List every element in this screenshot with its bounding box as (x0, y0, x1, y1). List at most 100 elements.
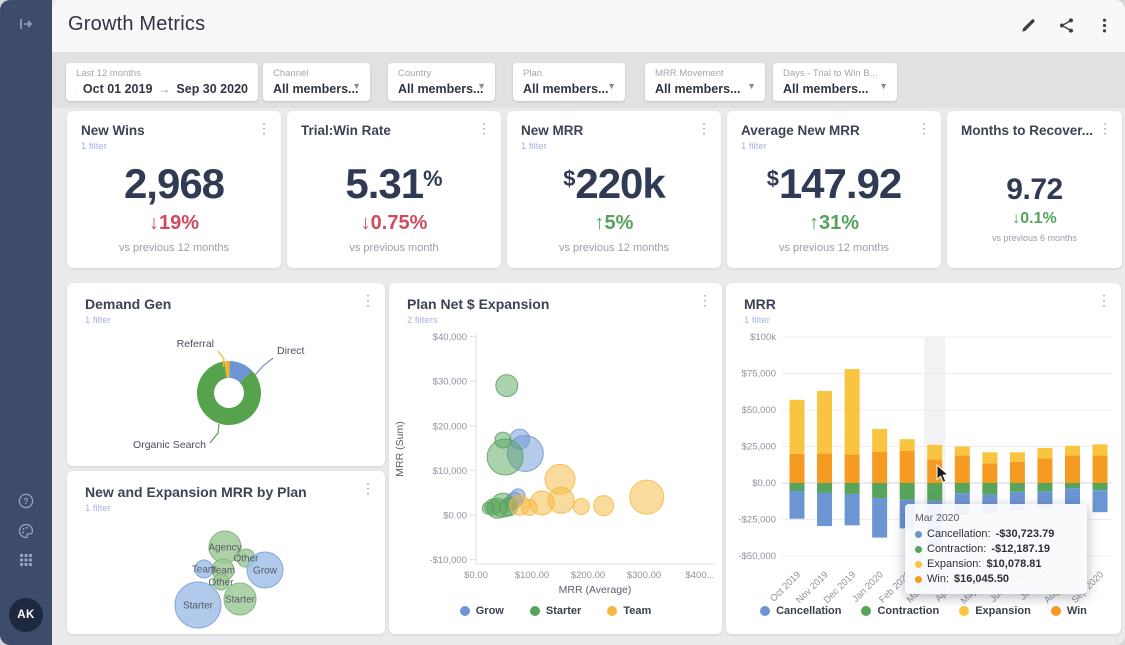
page-title: Growth Metrics (68, 13, 205, 36)
bar-segment-cancellation[interactable] (817, 492, 832, 526)
bar-segment-expansion[interactable] (817, 391, 832, 453)
bar-segment-contraction[interactable] (1065, 483, 1080, 488)
y-tick-label: $25,000 (742, 442, 776, 453)
kpi-value: $220k (563, 163, 665, 205)
chart-filter-label: 1 filter (85, 503, 111, 514)
card-menu-icon[interactable]: ⋮ (361, 481, 375, 495)
bubble-team[interactable] (573, 499, 589, 515)
card-menu-icon[interactable]: ⋮ (697, 121, 711, 135)
date-range-filter[interactable]: Last 12 months Oct 01 2019 → Sep 30 2020 (66, 63, 258, 101)
card-menu-icon[interactable]: ⋮ (698, 293, 712, 307)
bar-segment-expansion[interactable] (1065, 446, 1080, 455)
bar-segment-expansion[interactable] (955, 447, 970, 456)
chart-filter-label: 1 filter (744, 315, 770, 326)
more-menu-icon[interactable] (1096, 17, 1113, 34)
y-tick-label: $20,000 (433, 421, 467, 432)
share-icon[interactable] (1058, 17, 1075, 34)
country-filter[interactable]: Country All members... ▼ (388, 63, 495, 101)
apps-grid-icon[interactable] (18, 552, 34, 568)
chevron-down-icon: ▼ (879, 81, 888, 91)
bar-segment-expansion[interactable] (790, 400, 805, 454)
bar-segment-contraction[interactable] (1010, 483, 1025, 492)
edit-icon[interactable] (1020, 17, 1037, 34)
tooltip-row: Win:$16,045.50 (915, 573, 1077, 585)
bubble-team[interactable] (630, 480, 664, 514)
days-trial-filter[interactable]: Days - Trial to Win B... All members... … (773, 63, 897, 101)
filter-label: Channel (273, 68, 360, 79)
kpi-filter-label: 1 filter (521, 141, 547, 152)
bar-segment-contraction[interactable] (1037, 483, 1052, 492)
tooltip-dot (915, 576, 922, 583)
bar-segment-contraction[interactable] (790, 483, 805, 491)
bubble-starter[interactable] (496, 375, 518, 397)
bar-segment-win[interactable] (1093, 455, 1108, 483)
bar-segment-cancellation[interactable] (1065, 488, 1080, 504)
bar-segment-cancellation[interactable] (790, 491, 805, 519)
card-menu-icon[interactable]: ⋮ (917, 121, 931, 135)
bar-segment-expansion[interactable] (927, 445, 942, 460)
channel-filter[interactable]: Channel All members... ▼ (263, 63, 370, 101)
bar-segment-contraction[interactable] (900, 483, 915, 500)
bar-segment-contraction[interactable] (1093, 483, 1108, 490)
bar-segment-contraction[interactable] (927, 483, 942, 501)
mrr-movement-filter[interactable]: MRR Movement All members... ▼ (645, 63, 765, 101)
plan-filter[interactable]: Plan All members... ▼ (513, 63, 625, 101)
bar-segment-win[interactable] (1065, 455, 1080, 483)
x-axis-title: MRR (Average) (559, 584, 632, 596)
bar-segment-expansion[interactable] (845, 369, 860, 454)
y-axis-title: MRR (Sum) (394, 421, 406, 476)
bar-segment-win[interactable] (982, 463, 997, 483)
legend-item-grow[interactable]: Grow (460, 605, 504, 617)
bar-segment-win[interactable] (900, 451, 915, 483)
legend-item-cancellation[interactable]: Cancellation (760, 605, 841, 617)
bar-segment-expansion[interactable] (982, 452, 997, 463)
y-tick-label: $0.00 (443, 511, 467, 522)
bar-segment-win[interactable] (872, 452, 887, 483)
bar-segment-contraction[interactable] (845, 483, 860, 494)
bar-segment-win[interactable] (1010, 462, 1025, 483)
bar-segment-expansion[interactable] (1037, 448, 1052, 458)
bar-segment-expansion[interactable] (900, 439, 915, 451)
bar-segment-contraction[interactable] (955, 483, 970, 493)
legend-item-expansion[interactable]: Expansion (959, 605, 1031, 617)
tooltip-row: Cancellation:-$30,723.79 (915, 528, 1077, 540)
y-tick-label: -$10,000 (429, 555, 467, 566)
kpi-card-average-new-mrr: Average New MRR 1 filter ⋮ $147.92 ↑31% … (727, 111, 941, 268)
bubble-label: Other (208, 578, 234, 589)
bar-segment-win[interactable] (817, 453, 832, 483)
card-menu-icon[interactable]: ⋮ (257, 121, 271, 135)
chart-filter-label: 2 filters (407, 315, 438, 326)
palette-icon[interactable] (18, 523, 34, 539)
bar-segment-expansion[interactable] (1093, 444, 1108, 455)
legend-item-win[interactable]: Win (1051, 605, 1087, 617)
legend-item-contraction[interactable]: Contraction (861, 605, 939, 617)
chart-card-mrr: $100k$75,000$50,000$25,000$0.00-$25,000-… (726, 283, 1121, 634)
bar-segment-contraction[interactable] (982, 483, 997, 495)
legend-item-starter[interactable]: Starter (530, 605, 581, 617)
bar-segment-win[interactable] (955, 455, 970, 483)
bar-segment-win[interactable] (790, 454, 805, 483)
header: Growth Metrics (52, 0, 1125, 52)
bubble-starter[interactable] (487, 439, 523, 475)
card-menu-icon[interactable]: ⋮ (477, 121, 491, 135)
bar-segment-cancellation[interactable] (872, 498, 887, 538)
legend-item-team[interactable]: Team (607, 605, 651, 617)
bar-segment-expansion[interactable] (872, 429, 887, 452)
bubble-team[interactable] (594, 496, 614, 516)
bar-segment-contraction[interactable] (872, 483, 887, 498)
bubble-team[interactable] (548, 487, 574, 513)
card-menu-icon[interactable]: ⋮ (1098, 121, 1112, 135)
chevron-down-icon: ▼ (352, 81, 361, 91)
bar-segment-cancellation[interactable] (845, 494, 860, 525)
card-menu-icon[interactable]: ⋮ (361, 293, 375, 307)
user-avatar[interactable]: AK (9, 598, 43, 632)
bar-segment-win[interactable] (1037, 458, 1052, 483)
bar-segment-contraction[interactable] (817, 483, 832, 492)
bar-segment-win[interactable] (845, 454, 860, 483)
bar-segment-cancellation[interactable] (1093, 490, 1108, 512)
card-menu-icon[interactable]: ⋮ (1097, 293, 1111, 307)
help-icon[interactable]: ? (18, 493, 34, 509)
bar-segment-expansion[interactable] (1010, 452, 1025, 461)
kpi-delta: ↑31% (809, 212, 859, 235)
expand-sidebar-icon[interactable] (18, 16, 34, 32)
